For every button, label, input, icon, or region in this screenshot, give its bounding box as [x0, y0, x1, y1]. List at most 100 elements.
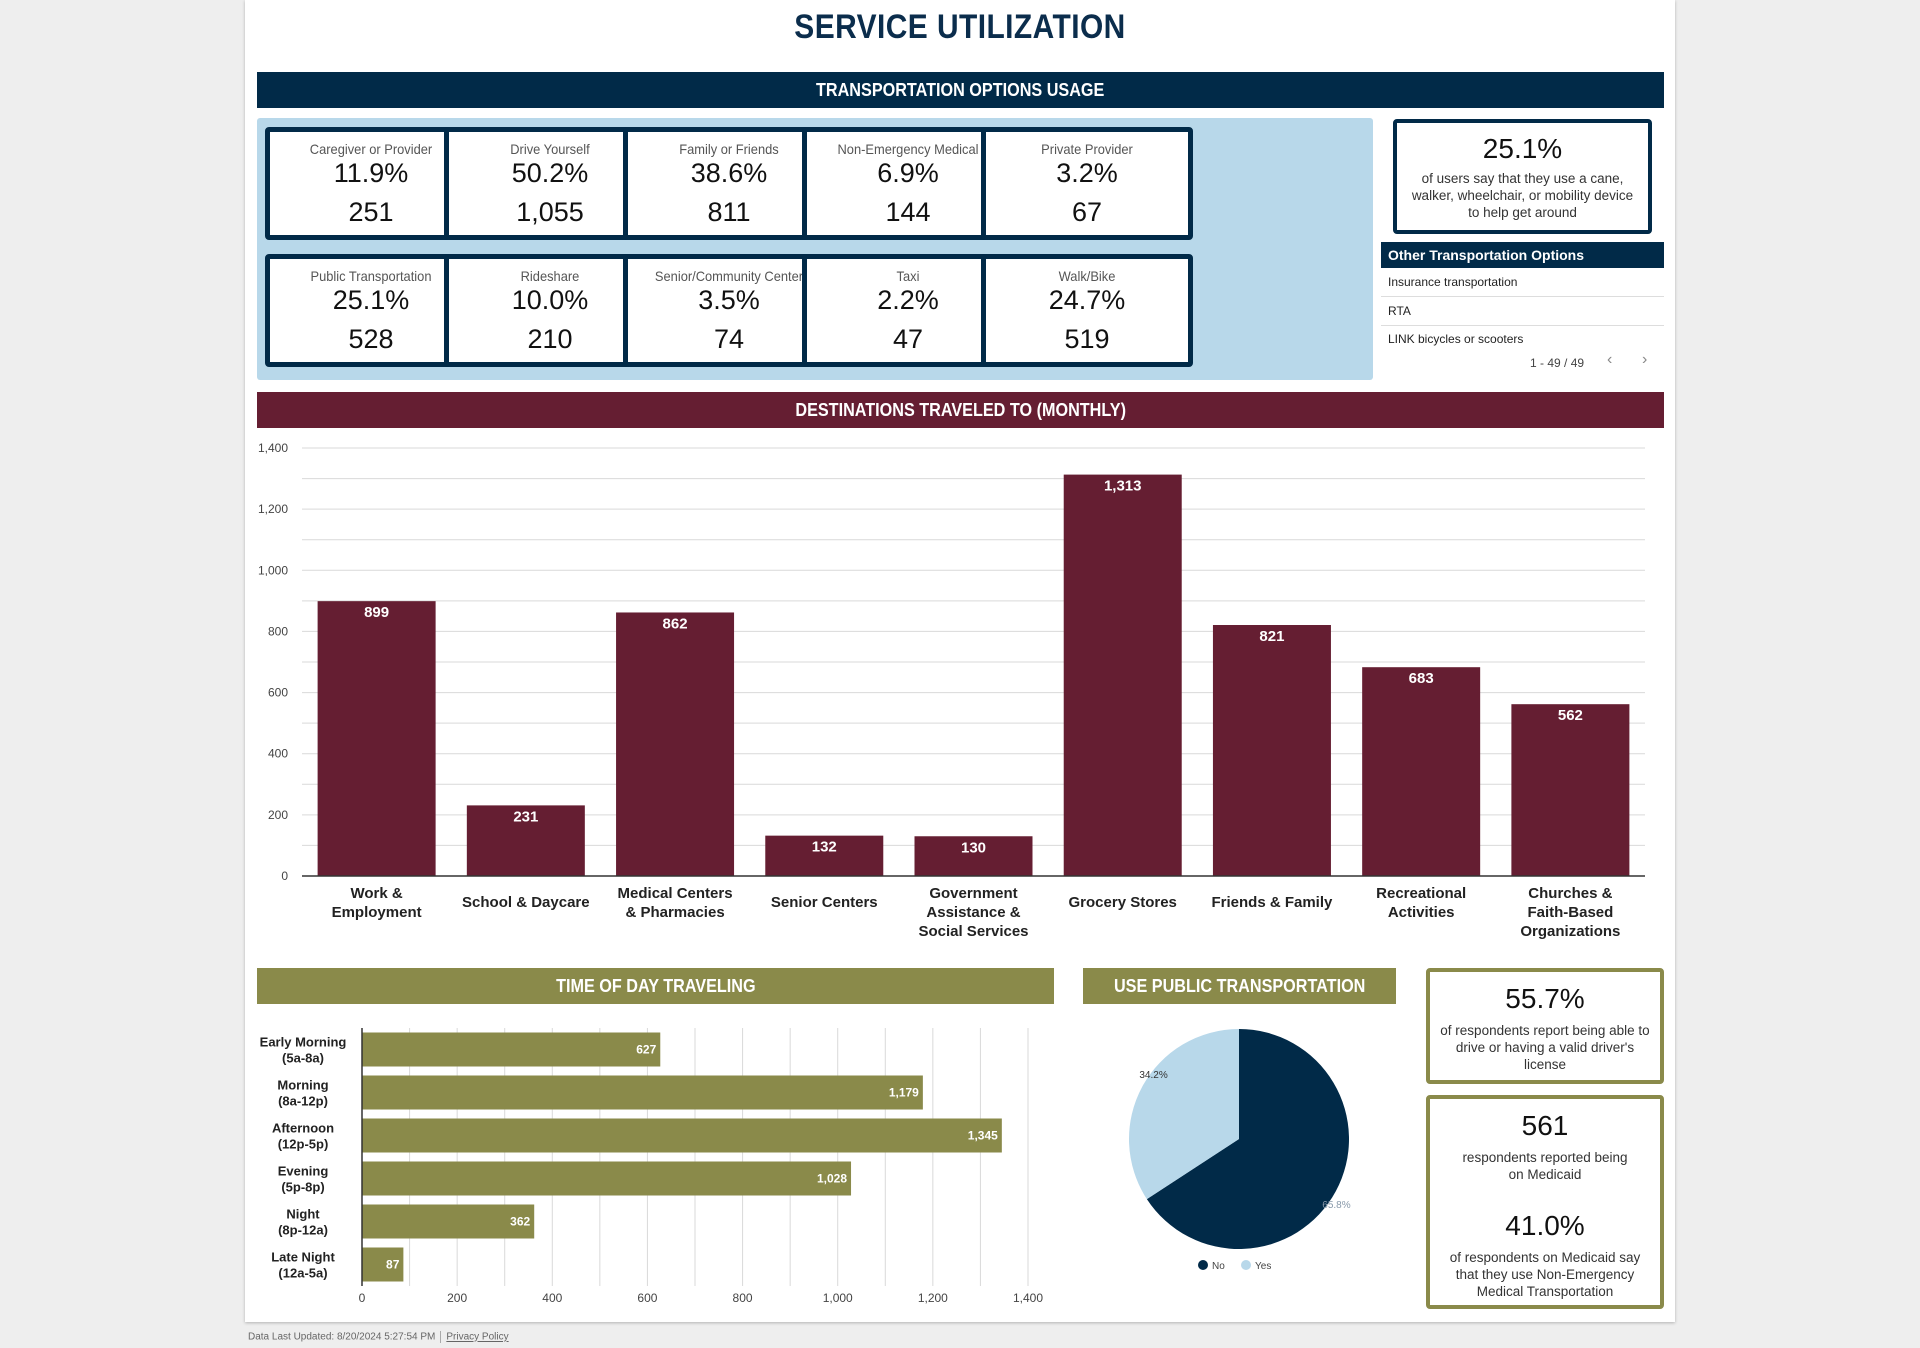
card-label: Public Transportation — [310, 268, 432, 284]
drivers-license-value: 55.7% — [1505, 983, 1585, 1014]
footer: Data Last Updated: 8/20/2024 5:27:54 PM P… — [248, 1331, 509, 1343]
y-tick-label: 800 — [268, 624, 288, 638]
transportation-card: Walk/Bike 24.7% 519 — [981, 254, 1193, 367]
bar-value-label: 130 — [961, 839, 986, 856]
transportation-card: Private Provider 3.2% 67 — [981, 127, 1193, 240]
bar-value-label: 562 — [1558, 707, 1583, 724]
legend-label: Yes — [1255, 1261, 1271, 1272]
legend-label: No — [1212, 1261, 1225, 1272]
x-tick-label: School & Daycare — [462, 894, 590, 911]
bar — [1362, 667, 1481, 876]
y-tick-label: Late Night (12a-5a) — [271, 1250, 335, 1281]
y-tick-label: 1,200 — [258, 502, 288, 516]
x-tick-label: 1,000 — [823, 1291, 853, 1305]
card-percent: 11.9% — [333, 158, 409, 188]
bar-value-label: 132 — [812, 839, 837, 856]
x-tick-label: 200 — [447, 1291, 467, 1305]
other-options-row[interactable]: LINK bicycles or scooters — [1381, 326, 1664, 351]
bar-value-label: 1,179 — [889, 1086, 919, 1100]
card-percent: 6.9% — [877, 158, 939, 188]
bar-value-label: 362 — [510, 1215, 530, 1229]
bar — [1063, 474, 1182, 876]
y-tick-label: Morning (8a-12p) — [277, 1078, 328, 1109]
next-page-button[interactable]: › — [1642, 351, 1647, 369]
public-transportation-pie-chart: 65.8% 34.2% No Yes — [1129, 1029, 1351, 1272]
x-tick-label: Recreational Activities — [1376, 885, 1466, 921]
card-count: 47 — [892, 324, 924, 354]
transportation-options-header: TRANSPORTATION OPTIONS USAGE — [257, 72, 1664, 108]
card-percent: 25.1% — [332, 285, 410, 315]
public-transportation-header: USE PUBLIC TRANSPORTATION — [1083, 968, 1396, 1004]
medicaid-count-value: 561 — [1521, 1110, 1569, 1141]
x-tick-label: Senior Centers — [771, 894, 878, 911]
bar — [362, 1032, 661, 1067]
y-tick-label: Early Morning (5a-8a) — [260, 1035, 347, 1066]
card-percent: 24.7% — [1048, 285, 1126, 315]
time-of-day-header-text: TIME OF DAY TRAVELING — [555, 975, 756, 996]
x-tick-label: Work & Employment — [332, 885, 422, 921]
bar — [362, 1075, 923, 1110]
x-tick-label: 1,200 — [918, 1291, 948, 1305]
pagination-info: 1 - 49 / 49 — [1530, 356, 1585, 370]
card-label: Walk/Bike — [1058, 268, 1116, 284]
x-tick-label: 600 — [637, 1291, 657, 1305]
privacy-policy-link[interactable]: Privacy Policy — [446, 1332, 508, 1343]
bar-value-label: 862 — [663, 615, 688, 632]
y-tick-label: Afternoon (12p-5p) — [272, 1121, 334, 1152]
public-transportation-header-text: USE PUBLIC TRANSPORTATION — [1113, 975, 1366, 996]
bar-value-label: 87 — [386, 1258, 400, 1272]
card-label: Senior/Community Center — [654, 268, 804, 284]
drivers-license-stat: 55.7% of respondents report being able t… — [1426, 968, 1664, 1084]
y-tick-label: 1,000 — [258, 563, 288, 577]
nemt-percent-value: 41.0% — [1505, 1210, 1585, 1241]
bar-value-label: 627 — [636, 1043, 656, 1057]
y-tick-label: Evening (5p-8p) — [278, 1164, 329, 1195]
y-tick-label: Night (8p-12a) — [278, 1207, 328, 1238]
page-title: SERVICE UTILIZATION — [794, 8, 1126, 46]
bar-value-label: 821 — [1259, 628, 1284, 645]
previous-page-button[interactable]: ‹ — [1607, 351, 1612, 369]
card-count: 519 — [1064, 324, 1110, 354]
other-options-header: Other Transportation Options — [1381, 242, 1664, 268]
card-label: Non-Emergency Medical — [837, 141, 979, 157]
bar-value-label: 1,313 — [1104, 478, 1142, 495]
destinations-bar-chart: 0 200 400 600 800 1,000 1,200 1,400 899 Work & Emp… — [258, 441, 1645, 940]
x-tick-label: Grocery Stores — [1069, 894, 1177, 911]
card-percent: 50.2% — [511, 158, 589, 188]
medicaid-stats: 561 respondents reported being on Medica… — [1426, 1095, 1664, 1309]
card-count: 74 — [713, 324, 745, 354]
x-tick-label: Government Assistance & Social Services — [918, 885, 1028, 940]
bar — [362, 1118, 1002, 1153]
card-count: 1,055 — [516, 197, 584, 227]
card-label: Drive Yourself — [510, 141, 590, 157]
x-tick-label: Medical Centers & Pharmacies — [618, 885, 733, 921]
x-tick-label: Churches & Faith-Based Organizations — [1520, 885, 1620, 940]
y-tick-label: 400 — [268, 747, 288, 761]
bar — [1511, 704, 1630, 876]
x-tick-label: 400 — [542, 1291, 562, 1305]
destinations-header-text: DESTINATIONS TRAVELED TO (MONTHLY) — [795, 399, 1126, 420]
drivers-license-description: of respondents report being able to driv… — [1440, 1023, 1650, 1072]
bar — [1212, 625, 1331, 876]
card-percent: 10.0% — [511, 285, 589, 315]
legend-swatch — [1198, 1260, 1208, 1270]
bar-value-label: 1,345 — [968, 1129, 998, 1143]
card-percent: 3.2% — [1056, 158, 1118, 188]
transportation-options-header-text: TRANSPORTATION OPTIONS USAGE — [816, 79, 1105, 100]
card-label: Taxi — [896, 268, 920, 284]
x-tick-label: 800 — [733, 1291, 753, 1305]
y-tick-label: 600 — [268, 686, 288, 700]
pie-slice-label: 34.2% — [1139, 1070, 1167, 1081]
other-options-row[interactable]: RTA — [1381, 297, 1664, 326]
time-of-day-bar-chart: 0 200 400 600 800 1,000 1,200 1,400 627 Early Mor… — [260, 1028, 1043, 1305]
bar-value-label: 899 — [364, 604, 389, 621]
chevron-right-icon: › — [1642, 351, 1648, 368]
mobility-device-description: of users say that they use a cane, walke… — [1411, 171, 1634, 220]
legend-swatch — [1241, 1260, 1251, 1270]
other-options-row[interactable]: Insurance transportation — [1381, 268, 1664, 297]
medicaid-count-description: respondents reported being on Medicaid — [1462, 1150, 1628, 1182]
bar — [362, 1161, 852, 1196]
bar — [362, 1204, 535, 1239]
card-percent: 3.5% — [698, 285, 760, 315]
mobility-device-value: 25.1% — [1482, 133, 1563, 164]
